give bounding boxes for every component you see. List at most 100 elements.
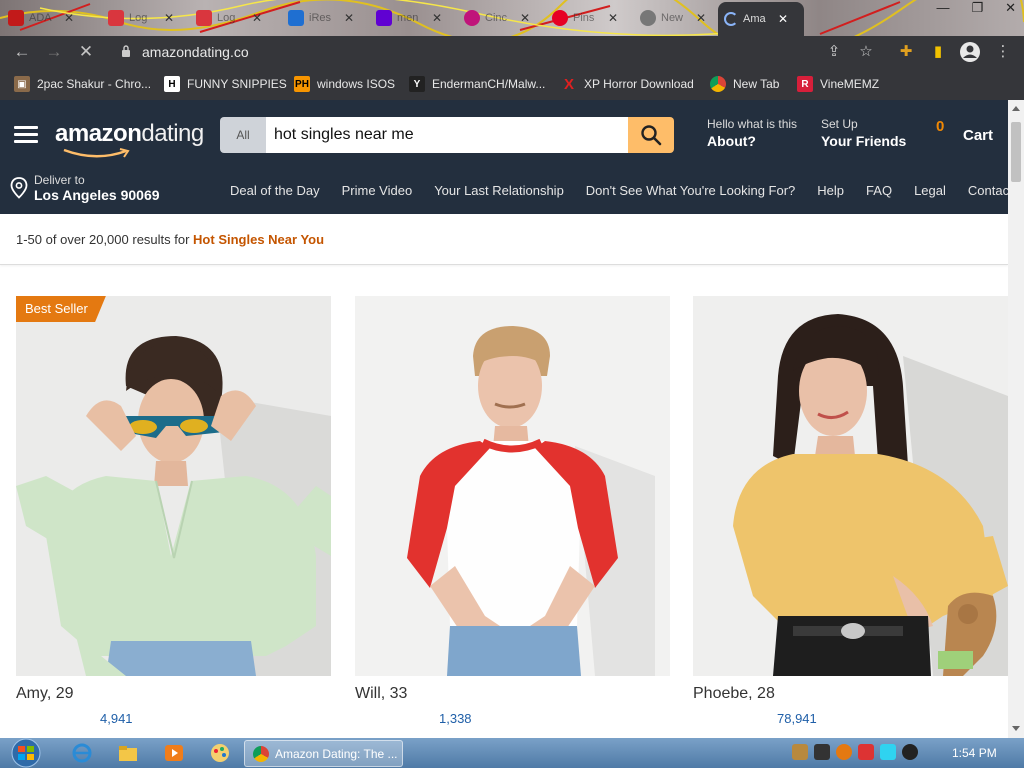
tab-close-icon[interactable]: ✕	[696, 11, 706, 25]
tab-close-icon[interactable]: ✕	[64, 11, 74, 25]
yp-logo-icon: Y	[409, 76, 425, 92]
logo-wordmark-bold: amazon	[55, 120, 142, 147]
tab-close-icon[interactable]: ✕	[432, 11, 442, 25]
stop-loading-icon[interactable]: ✕	[76, 42, 96, 62]
tab-close-icon[interactable]: ✕	[608, 11, 618, 25]
tab-close-icon[interactable]: ✕	[778, 12, 788, 26]
profile-photo[interactable]: Best Seller	[16, 296, 331, 676]
tab-title: New	[661, 12, 684, 24]
profile-photo-illustration	[355, 296, 670, 676]
forward-arrow-icon[interactable]: →	[44, 42, 64, 62]
tray-network-icon[interactable]	[880, 744, 896, 760]
tray-app-icon[interactable]	[814, 744, 830, 760]
browser-tab[interactable]: Log ✕	[102, 4, 180, 32]
rating-count[interactable]: 78,941	[777, 711, 1008, 726]
nav-link-faq[interactable]: FAQ	[866, 183, 892, 198]
about-link-big: About?	[707, 133, 756, 149]
side-panel-icon[interactable]: ▮	[928, 42, 948, 62]
extensions-puzzle-icon[interactable]: ✚	[896, 42, 916, 62]
browser-tab[interactable]: men ✕	[370, 4, 448, 32]
scrollbar-thumb[interactable]	[1011, 122, 1021, 182]
browser-tab[interactable]: ADA ✕	[2, 4, 80, 32]
deliver-to-location[interactable]: Deliver to Los Angeles 90069	[10, 173, 160, 203]
taskbar-clock[interactable]: 1:54 PM	[952, 746, 997, 760]
search-bar: All	[220, 117, 674, 153]
nav-link-contact[interactable]: Contact	[968, 183, 1008, 198]
tab-title: iRes	[309, 12, 332, 24]
bookmark-star-icon[interactable]: ☆	[856, 42, 876, 62]
product-card[interactable]: Best Seller Amy, 29 4,941	[16, 296, 331, 726]
bookmark-item[interactable]: H FUNNY SNIPPIES	[164, 76, 287, 92]
profile-photo[interactable]	[693, 296, 1008, 676]
tab-close-icon[interactable]: ✕	[344, 11, 354, 25]
logo-smile-icon	[63, 148, 130, 158]
tab-close-icon[interactable]: ✕	[252, 11, 262, 25]
search-input[interactable]	[266, 117, 628, 153]
nav-link-prime-video[interactable]: Prime Video	[342, 183, 413, 198]
tray-app-icon[interactable]	[792, 744, 808, 760]
profile-photo[interactable]	[355, 296, 670, 676]
tab-favicon-icon	[196, 10, 212, 26]
profile-avatar-icon[interactable]	[959, 41, 981, 63]
cart-link[interactable]: Cart	[963, 127, 993, 144]
maximize-icon[interactable]: ❐	[971, 0, 983, 16]
nav-link-legal[interactable]: Legal	[914, 183, 946, 198]
about-link[interactable]: Hello what is this About?	[707, 117, 797, 149]
search-button[interactable]	[628, 117, 674, 153]
bookmark-item[interactable]: PH windows ISOS	[294, 76, 395, 92]
bookmark-item[interactable]: R VineMEMZ	[797, 76, 879, 92]
rating-count[interactable]: 1,338	[439, 711, 670, 726]
browser-tab[interactable]: New ✕	[634, 4, 712, 32]
tab-favicon-icon	[376, 10, 392, 26]
bookmark-item[interactable]: New Tab	[710, 76, 779, 92]
tray-flag-icon[interactable]	[858, 744, 874, 760]
bookmark-item[interactable]: ▣ 2pac Shakur - Chro...	[14, 76, 151, 92]
tray-volume-icon[interactable]	[902, 744, 918, 760]
profile-name[interactable]: Amy, 29	[16, 685, 331, 703]
profile-name[interactable]: Phoebe, 28	[693, 685, 1008, 703]
share-icon[interactable]: ⇪	[824, 42, 844, 62]
back-arrow-icon[interactable]: ←	[12, 42, 32, 62]
paint-icon[interactable]	[209, 742, 231, 764]
browser-tab-active[interactable]: Ama ✕	[718, 2, 804, 36]
profile-name[interactable]: Will, 33	[355, 685, 670, 703]
bookmark-label: windows ISOS	[317, 77, 396, 91]
rating-count[interactable]: 4,941	[100, 711, 331, 726]
taskbar-active-window[interactable]: Amazon Dating: The ...	[244, 740, 403, 767]
page-scrollbar[interactable]	[1008, 100, 1024, 738]
chrome-icon	[710, 76, 726, 92]
nav-link-help[interactable]: Help	[817, 183, 844, 198]
product-card[interactable]: Phoebe, 28 78,941	[693, 296, 1008, 726]
tab-close-icon[interactable]: ✕	[520, 11, 530, 25]
bookmark-item[interactable]: X XP Horror Download	[561, 76, 694, 93]
scroll-up-arrow-icon[interactable]	[1012, 106, 1020, 111]
bookmark-item[interactable]: Y EndermanCH/Malw...	[409, 76, 545, 92]
browser-tab[interactable]: Log ✕	[190, 4, 268, 32]
tab-favicon-icon	[108, 10, 124, 26]
set-up-friends-link[interactable]: Set Up Your Friends	[821, 117, 906, 149]
product-card[interactable]: Will, 33 1,338	[355, 296, 670, 726]
file-explorer-icon[interactable]	[117, 742, 139, 764]
web-page: amazondating All Hello what is this Abou…	[0, 100, 1008, 738]
minimize-icon[interactable]: —	[936, 0, 949, 16]
results-count-text: 1-50 of over 20,000 results for	[16, 232, 194, 247]
search-category-dropdown[interactable]: All	[220, 117, 266, 153]
tray-search-icon[interactable]	[836, 744, 852, 760]
hamburger-menu-icon[interactable]	[14, 126, 38, 147]
menu-kebab-icon[interactable]: ⋮	[993, 42, 1013, 62]
scroll-down-arrow-icon[interactable]	[1012, 726, 1020, 731]
nav-link-dont-see[interactable]: Don't See What You're Looking For?	[586, 183, 796, 198]
nav-link-deal-of-the-day[interactable]: Deal of the Day	[230, 183, 320, 198]
close-window-icon[interactable]: ✕	[1005, 0, 1016, 16]
tab-close-icon[interactable]: ✕	[164, 11, 174, 25]
nav-link-your-last-relationship[interactable]: Your Last Relationship	[434, 183, 564, 198]
internet-explorer-icon[interactable]	[71, 742, 93, 764]
media-player-icon[interactable]	[163, 742, 185, 764]
browser-tab[interactable]: Cinc ✕	[458, 4, 536, 32]
site-logo[interactable]: amazondating	[55, 120, 204, 148]
browser-tab[interactable]: Pins ✕	[546, 4, 624, 32]
browser-tab[interactable]: iRes ✕	[282, 4, 360, 32]
address-bar[interactable]: amazondating.co	[142, 44, 249, 60]
start-orb-icon[interactable]	[6, 738, 46, 768]
lock-icon[interactable]	[121, 45, 131, 57]
